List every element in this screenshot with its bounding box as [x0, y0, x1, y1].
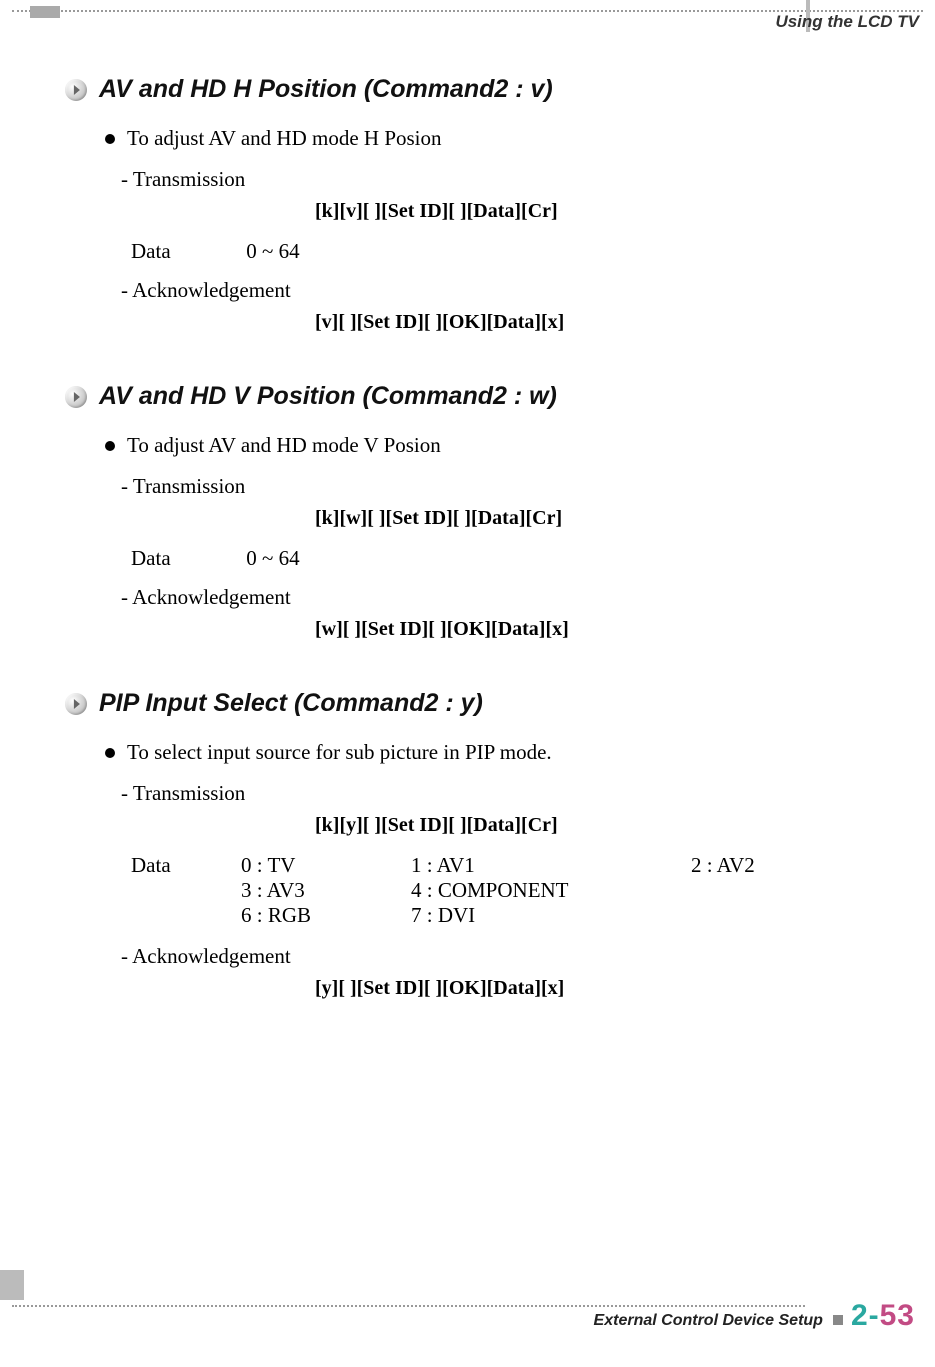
data-label: Data	[131, 853, 241, 878]
section-title: PIP Input Select (Command2 : y)	[99, 689, 483, 718]
data-options: Data 0 : TV 1 : AV1 2 : AV2 3 : AV3 4 : …	[131, 853, 895, 928]
data-cell: 6 : RGB	[241, 903, 411, 928]
page-number-prefix: 2-	[851, 1299, 880, 1332]
transmission-code: [k][y][ ][Set ID][ ][Data][Cr]	[315, 814, 895, 837]
page-footer: External Control Device Setup 2-53	[594, 1299, 915, 1333]
ack-code: [v][ ][Set ID][ ][OK][Data][x]	[315, 311, 895, 334]
section-description: To adjust AV and HD mode H Posion	[127, 126, 442, 151]
ack-label: - Acknowledgement	[121, 585, 895, 610]
data-label: Data	[131, 239, 241, 264]
data-range: Data 0 ~ 64	[131, 546, 895, 571]
data-cell: 2 : AV2	[691, 853, 831, 878]
section-description: To select input source for sub picture i…	[127, 740, 552, 765]
data-cell	[691, 903, 831, 928]
ack-code: [y][ ][Set ID][ ][OK][Data][x]	[315, 977, 895, 1000]
transmission-code: [k][w][ ][Set ID][ ][Data][Cr]	[315, 507, 895, 530]
data-cell: 1 : AV1	[411, 853, 691, 878]
ornament-bottom-left	[0, 1270, 24, 1300]
ack-label: - Acknowledgement	[121, 944, 895, 969]
ornament-top-left	[30, 6, 60, 18]
section-pip: PIP Input Select (Command2 : y) To selec…	[65, 689, 895, 1000]
ack-label: - Acknowledgement	[121, 278, 895, 303]
section-hpos: AV and HD H Position (Command2 : v) To a…	[65, 75, 895, 334]
data-label: Data	[131, 546, 241, 571]
bullet-icon	[105, 441, 115, 451]
data-value: 0 ~ 64	[246, 239, 299, 263]
transmission-code: [k][v][ ][Set ID][ ][Data][Cr]	[315, 200, 895, 223]
section-title: AV and HD H Position (Command2 : v)	[99, 75, 553, 104]
transmission-label: - Transmission	[121, 781, 895, 806]
running-header: Using the LCD TV	[775, 12, 919, 32]
footer-separator-icon	[833, 1315, 843, 1325]
transmission-label: - Transmission	[121, 167, 895, 192]
section-title: AV and HD V Position (Command2 : w)	[99, 382, 557, 411]
data-cell: 4 : COMPONENT	[411, 878, 691, 903]
chevron-right-icon	[65, 79, 87, 101]
data-cell: 7 : DVI	[411, 903, 691, 928]
page-number-value: 53	[880, 1299, 915, 1332]
section-description: To adjust AV and HD mode V Posion	[127, 433, 441, 458]
page-number: 2-53	[851, 1299, 915, 1333]
chevron-right-icon	[65, 693, 87, 715]
data-range: Data 0 ~ 64	[131, 239, 895, 264]
data-cell	[691, 878, 831, 903]
data-cell: 3 : AV3	[241, 878, 411, 903]
bullet-icon	[105, 134, 115, 144]
data-cell: 0 : TV	[241, 853, 411, 878]
footer-section-label: External Control Device Setup	[594, 1312, 823, 1330]
page-content: AV and HD H Position (Command2 : v) To a…	[65, 75, 895, 1048]
ack-code: [w][ ][Set ID][ ][OK][Data][x]	[315, 618, 895, 641]
data-value: 0 ~ 64	[246, 546, 299, 570]
transmission-label: - Transmission	[121, 474, 895, 499]
chevron-right-icon	[65, 386, 87, 408]
bullet-icon	[105, 748, 115, 758]
section-vpos: AV and HD V Position (Command2 : w) To a…	[65, 382, 895, 641]
